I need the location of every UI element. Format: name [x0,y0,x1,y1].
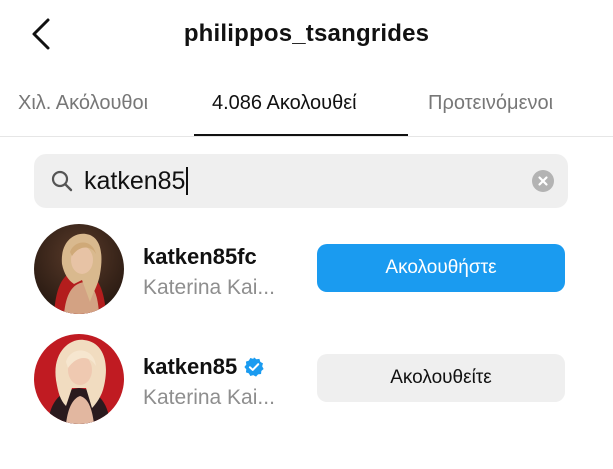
username-container: katken85 [143,354,265,380]
follow-button[interactable]: Ακολουθήστε [317,244,565,292]
username[interactable]: katken85 [143,354,237,380]
tab-following[interactable]: 4.086 Ακολουθεί [212,92,357,115]
clear-icon[interactable] [532,170,554,192]
tab-followers[interactable]: Χιλ. Ακόλουθοι [18,92,148,115]
avatar[interactable] [34,334,124,424]
header: philippos_tsangrides [0,0,613,72]
tab-bar: Χιλ. Ακόλουθοι 4.086 Ακολουθεί Προτεινόμ… [0,80,613,137]
full-name: Katerina Kai... [143,276,275,299]
verified-badge-icon [244,357,264,377]
full-name: Katerina Kai... [143,386,275,409]
search-icon [51,170,73,192]
text-caret [186,167,189,195]
search-result-row[interactable]: katken85 Katerina Kai... Ακολουθείτε [0,334,613,430]
search-result-row[interactable]: katken85fc Katerina Kai... Ακολουθήστε [0,224,613,320]
active-tab-indicator [194,134,408,136]
clear-search-button[interactable] [532,170,554,192]
profile-photo [34,334,124,424]
following-button[interactable]: Ακολουθείτε [317,354,565,402]
search-input-value: katken85 [84,166,186,195]
search-bar[interactable]: katken85 [34,154,568,208]
tab-suggested[interactable]: Προτεινόμενοι [428,92,553,115]
username[interactable]: katken85fc [143,244,257,270]
page-title: philippos_tsangrides [183,20,430,47]
profile-photo [34,224,124,314]
avatar[interactable] [34,224,124,314]
search-input[interactable]: katken85 [84,163,189,199]
